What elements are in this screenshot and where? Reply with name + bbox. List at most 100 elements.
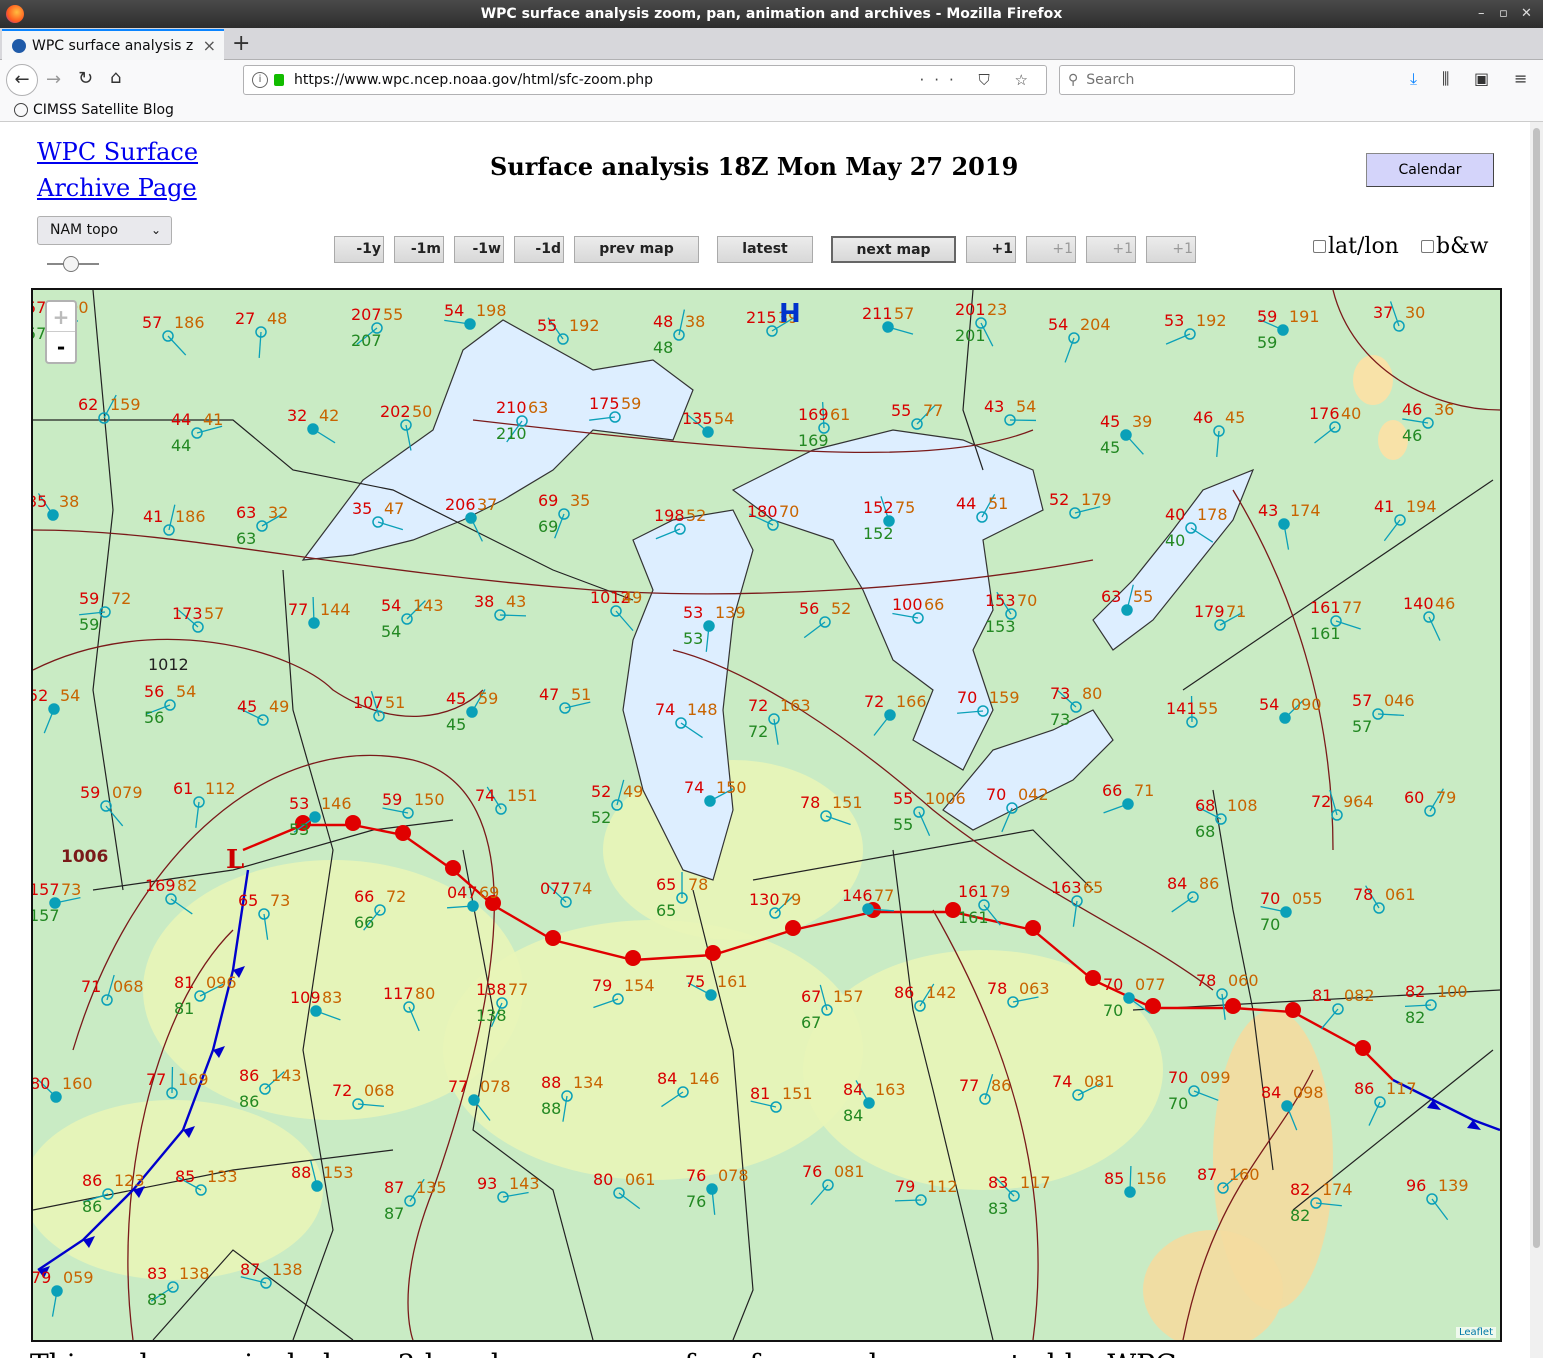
downloads-icon[interactable]: ⤓ (1410, 69, 1417, 89)
station-temperature: 77 (146, 1070, 166, 1089)
home-icon[interactable]: ⌂ (110, 67, 121, 88)
minus-1-month-button[interactable]: -1m (394, 236, 444, 263)
station-pressure: 112 (205, 779, 236, 798)
zoom-out-button[interactable]: - (47, 332, 75, 362)
station-temperature: 48 (653, 312, 673, 331)
station-pressure: 73 (270, 891, 290, 910)
plus-1-month-button[interactable]: +1 (1086, 236, 1136, 263)
station-dewpoint: 40 (1165, 531, 1185, 550)
minus-1-week-button[interactable]: -1w (454, 236, 504, 263)
station-dewpoint: 72 (748, 722, 768, 741)
station-temperature: 70 (986, 785, 1006, 804)
station-temperature: 78 (1353, 885, 1373, 904)
station-temperature: 41 (143, 507, 163, 526)
url-bar[interactable]: i https://www.wpc.ncep.noaa.gov/html/sfc… (243, 65, 1047, 95)
station-temperature: 79 (33, 1268, 51, 1287)
next-map-button[interactable]: next map (831, 236, 956, 263)
close-window-button[interactable]: ✕ (1521, 6, 1532, 21)
station-pressure: 38 (685, 312, 705, 331)
station-temperature: 88 (291, 1163, 311, 1182)
station-temperature: 69 (538, 491, 558, 510)
station-temperature: 40 (1165, 505, 1185, 524)
tab-wpc-surface[interactable]: WPC surface analysis z × (2, 29, 224, 60)
reload-button[interactable]: ↻ (78, 68, 93, 89)
leaflet-attribution[interactable]: Leaflet (1455, 1327, 1496, 1338)
station-temperature: 46 (1402, 400, 1422, 419)
station-temperature: 79 (895, 1177, 915, 1196)
plus-1-week-button[interactable]: +1 (1026, 236, 1076, 263)
new-tab-button[interactable]: + (232, 31, 250, 56)
latlon-checkbox[interactable]: lat/lon (1313, 234, 1399, 259)
sidebar-icon[interactable]: ▣ (1474, 69, 1489, 88)
minus-1-day-button[interactable]: -1d (514, 236, 564, 263)
station-temperature: 72 (864, 692, 884, 711)
station-dewpoint: 138 (476, 1006, 507, 1025)
page-scrollbar[interactable] (1530, 122, 1543, 1358)
latlon-checkbox-box[interactable] (1313, 240, 1326, 253)
station-temperature: 68 (1195, 796, 1215, 815)
station-pressure: 71 (1134, 781, 1154, 800)
station-pressure: 80 (415, 984, 435, 1003)
prev-map-button[interactable]: prev map (574, 236, 699, 263)
warm-front-semicircle (1225, 998, 1241, 1014)
archive-link-line1[interactable]: WPC Surface (37, 138, 198, 166)
station-temperature: 67 (801, 987, 821, 1006)
url-text[interactable]: https://www.wpc.ncep.noaa.gov/html/sfc-z… (294, 72, 653, 88)
station-pressure: 143 (271, 1066, 302, 1085)
search-field[interactable]: ⚲ Search (1059, 65, 1295, 95)
zoom-in-button[interactable]: + (47, 302, 75, 332)
scrollbar-thumb[interactable] (1533, 128, 1540, 1248)
station-temperature: 109 (290, 988, 321, 1007)
station-pressure: 059 (63, 1268, 94, 1287)
station-temperature: 179 (1194, 602, 1225, 621)
bookmark-cimss[interactable]: CIMSS Satellite Blog (33, 102, 174, 118)
station-pressure: 52 (686, 506, 706, 525)
station-pressure: 174 (1290, 501, 1321, 520)
station-temperature: 80 (593, 1170, 613, 1189)
station-temperature: 37 (1373, 303, 1393, 322)
station-dewpoint: 65 (656, 901, 676, 920)
opacity-slider[interactable] (47, 254, 99, 274)
station-temperature: 130 (749, 890, 780, 909)
site-info-icon[interactable]: i (252, 72, 268, 88)
library-icon[interactable]: ⫼ (1442, 69, 1449, 89)
station-pressure: 45 (1225, 408, 1245, 427)
back-button[interactable]: ← (6, 64, 38, 96)
station-pressure: 134 (573, 1073, 604, 1092)
calendar-button[interactable]: Calendar (1366, 153, 1494, 187)
station-pressure: 37 (477, 495, 497, 514)
station-temperature: 78 (1196, 971, 1216, 990)
station-temperature: 70 (1260, 889, 1280, 908)
station-pressure: 70 (1017, 591, 1037, 610)
bw-checkbox[interactable]: b&w (1421, 234, 1489, 259)
station-dewpoint: 82 (1405, 1008, 1425, 1027)
latest-button[interactable]: latest (717, 236, 813, 263)
wind-barb (499, 614, 527, 617)
highland-patch (1353, 355, 1393, 405)
station-pressure: 081 (834, 1162, 865, 1181)
station-dewpoint: 152 (863, 524, 894, 543)
archive-page-link[interactable]: WPC Surface Archive Page (37, 134, 198, 206)
station-temperature: 198 (654, 506, 685, 525)
plus-1-day-button[interactable]: +1 (966, 236, 1016, 263)
tab-close-icon[interactable]: × (203, 36, 216, 55)
minus-1-year-button[interactable]: -1y (334, 236, 384, 263)
surface-analysis-map[interactable]: 5719057571862748207552075419855192483848… (31, 288, 1502, 1342)
station-temperature: 81 (1312, 986, 1332, 1005)
archive-link-line2[interactable]: Archive Page (37, 174, 197, 202)
station-pressure: 80 (1082, 684, 1102, 703)
page-actions[interactable]: ··· ⛉ ☆ (919, 71, 1038, 89)
station-temperature: 169 (145, 876, 176, 895)
maximize-button[interactable]: ▫ (1499, 6, 1508, 21)
minimize-button[interactable]: – (1478, 6, 1485, 21)
forward-button[interactable]: → (46, 69, 61, 90)
map-canvas[interactable]: 5719057571862748207552075419855192483848… (33, 290, 1500, 1340)
slider-handle[interactable] (63, 256, 79, 272)
station-pressure: 73 (61, 880, 81, 899)
menu-icon[interactable]: ≡ (1514, 69, 1527, 88)
plus-1-year-button[interactable]: +1 (1146, 236, 1196, 263)
station-temperature: 047 (447, 883, 478, 902)
map-type-select[interactable]: NAM topo ⌄ (37, 216, 172, 245)
station-pressure: 63 (528, 398, 548, 417)
bw-checkbox-box[interactable] (1421, 240, 1434, 253)
